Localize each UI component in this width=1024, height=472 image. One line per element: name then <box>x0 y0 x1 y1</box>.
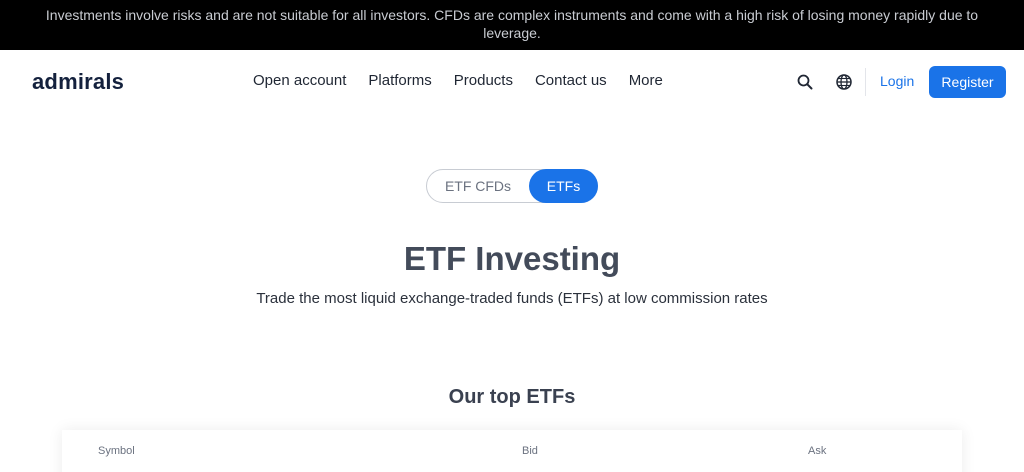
site-header: admirals Open account Platforms Products… <box>0 50 1024 114</box>
column-header-symbol: Symbol <box>98 445 135 457</box>
page-title: ETF Investing <box>403 240 621 277</box>
etf-type-toggle: ETF CFDs ETFs <box>426 169 598 203</box>
language-button[interactable] <box>834 72 854 92</box>
column-header-ask: Ask <box>808 445 827 457</box>
nav-contact-us[interactable]: Contact us <box>535 72 607 89</box>
search-button[interactable] <box>795 72 815 92</box>
risk-warning-banner: Investments involve risks and are not su… <box>0 0 1024 50</box>
risk-warning-text: Investments involve risks and are not su… <box>45 7 979 41</box>
nav-platforms[interactable]: Platforms <box>368 72 431 89</box>
column-header-bid: Bid <box>522 445 538 457</box>
header-divider <box>865 68 866 96</box>
nav-more[interactable]: More <box>629 72 663 89</box>
login-link[interactable]: Login <box>880 73 914 89</box>
nav-products[interactable]: Products <box>454 72 513 89</box>
top-etfs-heading: Our top ETFs <box>448 386 576 408</box>
toggle-etfs[interactable]: ETFs <box>529 169 598 203</box>
toggle-etf-cfds[interactable]: ETF CFDs <box>427 169 529 203</box>
register-button[interactable]: Register <box>929 66 1006 98</box>
admirals-logo[interactable]: admirals <box>32 69 124 95</box>
nav-open-account[interactable]: Open account <box>253 72 346 89</box>
search-icon <box>797 74 813 90</box>
top-etfs-table: Symbol Bid Ask <box>62 430 962 472</box>
page-subtitle: Trade the most liquid exchange-traded fu… <box>256 290 768 307</box>
main-nav: Open account Platforms Products Contact … <box>253 72 663 89</box>
globe-icon <box>836 74 852 90</box>
